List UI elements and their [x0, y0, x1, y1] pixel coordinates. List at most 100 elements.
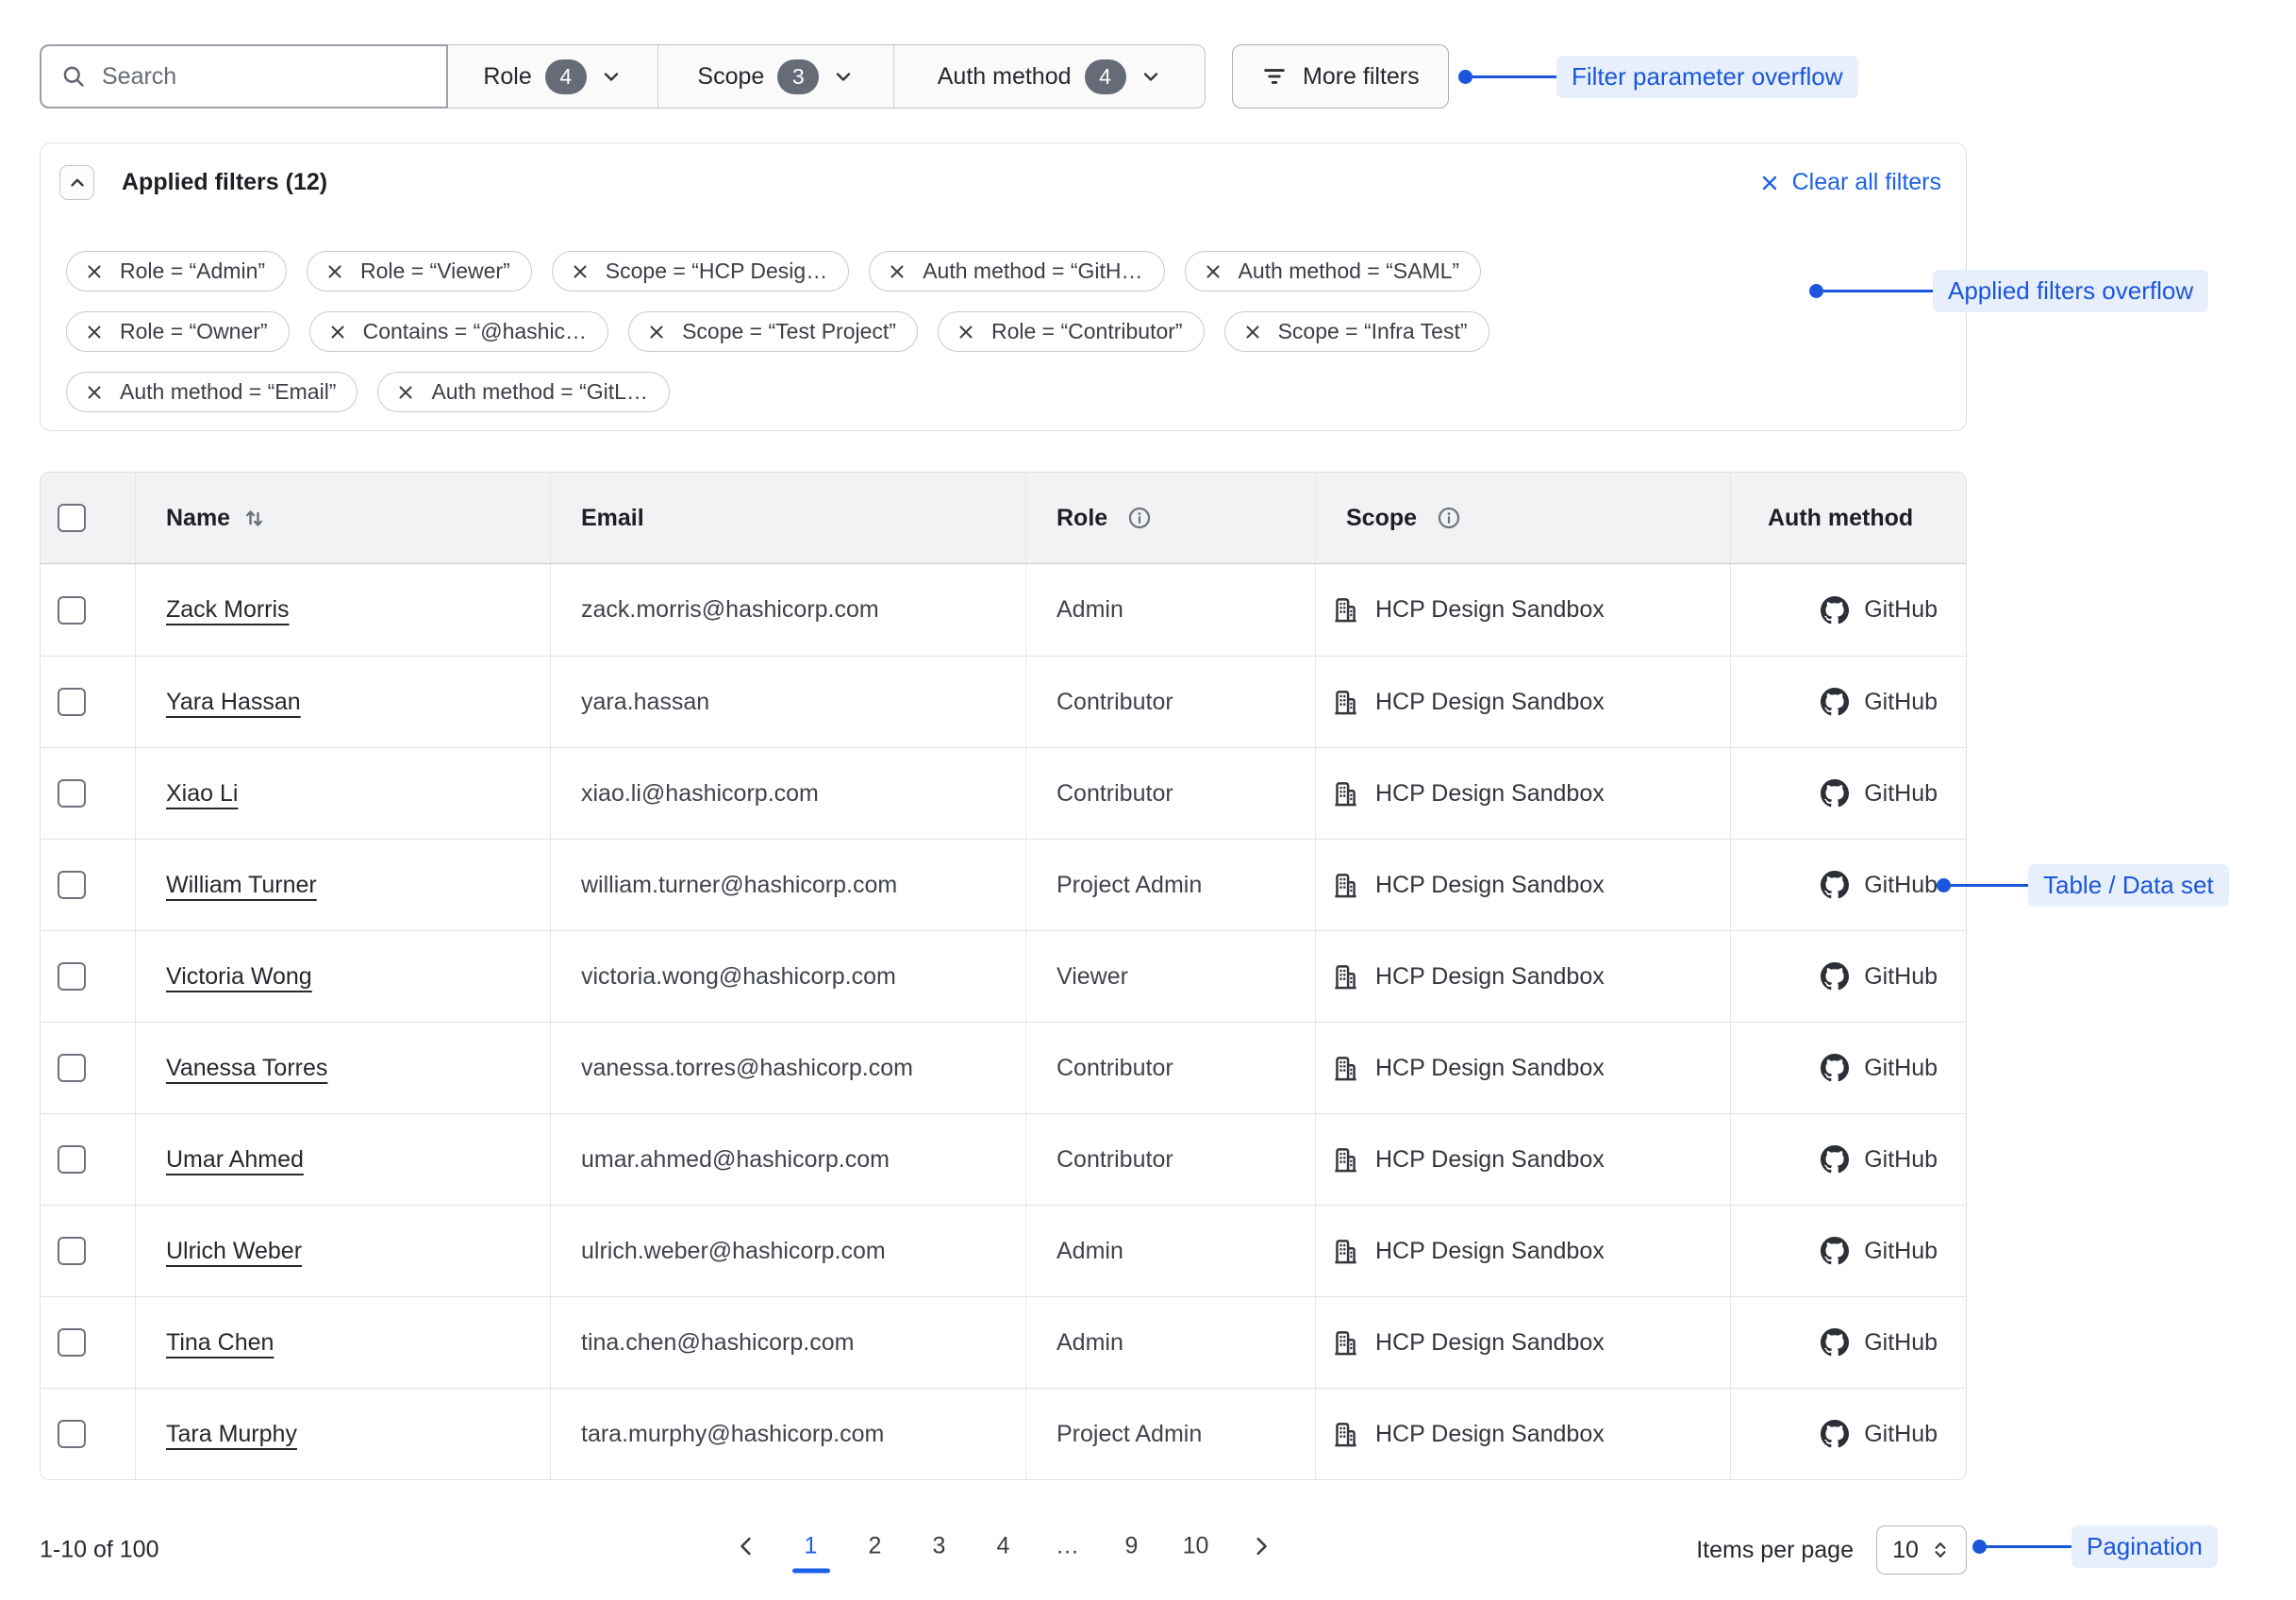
row-checkbox[interactable] [58, 596, 86, 625]
row-checkbox[interactable] [58, 1237, 86, 1265]
remove-filter-icon[interactable] [646, 322, 667, 342]
search-input[interactable] [102, 63, 427, 91]
scope-label: HCP Design Sandbox [1375, 780, 1605, 808]
clear-all-filters-button[interactable]: Clear all filters [1758, 169, 1941, 196]
remove-filter-icon[interactable] [395, 382, 416, 403]
remove-filter-icon[interactable] [84, 261, 105, 282]
annotation-label: Applied filters overflow [1933, 270, 2208, 312]
page: Role 4 Scope 3 Auth method 4 [0, 0, 2296, 1600]
name-cell: Yara Hassan [135, 657, 550, 747]
member-name-link[interactable]: Zack Morris [166, 596, 290, 624]
select-all-checkbox[interactable] [58, 504, 86, 532]
applied-filters-header: Applied filters (12) Clear all filters [59, 165, 1941, 200]
row-checkbox[interactable] [58, 1328, 86, 1357]
more-filters-button[interactable]: More filters [1232, 44, 1449, 108]
pagination-range: 1-10 of 100 [40, 1537, 159, 1564]
email-cell: ulrich.weber@hashicorp.com [550, 1206, 1025, 1296]
row-checkbox[interactable] [58, 1420, 86, 1448]
member-name-link[interactable]: Tara Murphy [166, 1421, 297, 1448]
page-number-button[interactable]: 2 [857, 1529, 893, 1564]
table-row: Yara Hassanyara.hassanContributorHCP Des… [41, 656, 1966, 747]
member-name-link[interactable]: Xiao Li [166, 780, 238, 808]
row-checkbox[interactable] [58, 871, 86, 899]
remove-filter-icon[interactable] [887, 261, 907, 282]
row-checkbox-cell [41, 748, 135, 839]
filter-chip[interactable]: Scope = “Infra Test” [1224, 311, 1489, 352]
filter-chip-label: Role = “Viewer” [360, 258, 510, 284]
name-cell: Xiao Li [135, 748, 550, 839]
annotation-pagination: Pagination [1972, 1521, 2218, 1572]
row-checkbox[interactable] [58, 779, 86, 808]
member-name-link[interactable]: Umar Ahmed [166, 1146, 304, 1174]
name-cell: William Turner [135, 840, 550, 930]
filter-chip[interactable]: Auth method = “SAML” [1185, 251, 1482, 292]
filter-dropdown-scope[interactable]: Scope 3 [657, 45, 893, 108]
info-icon[interactable] [1126, 505, 1153, 531]
member-name-link[interactable]: William Turner [166, 872, 317, 899]
org-icon [1331, 1237, 1360, 1266]
member-name-link[interactable]: Victoria Wong [166, 963, 312, 991]
items-per-page: Items per page 10 [1696, 1525, 1967, 1575]
remove-filter-icon[interactable] [570, 261, 591, 282]
remove-filter-icon[interactable] [327, 322, 348, 342]
filter-chip[interactable]: Contains = “@hashic… [309, 311, 608, 352]
collapse-button[interactable] [59, 165, 94, 200]
search-icon [60, 63, 87, 90]
page-number-button[interactable]: 9 [1114, 1529, 1150, 1564]
page-number-button[interactable]: 3 [922, 1529, 957, 1564]
x-icon [1758, 172, 1781, 194]
row-checkbox[interactable] [58, 1145, 86, 1174]
org-icon [1331, 688, 1360, 717]
member-name-link[interactable]: Yara Hassan [166, 689, 301, 716]
row-checkbox-cell [41, 931, 135, 1022]
filter-chip[interactable]: Role = “Owner” [66, 311, 290, 352]
row-checkbox-cell [41, 1389, 135, 1479]
items-per-page-select[interactable]: 10 [1876, 1525, 1967, 1575]
page-number-button[interactable]: 1 [793, 1529, 829, 1564]
remove-filter-icon[interactable] [956, 322, 976, 342]
filter-chip-label: Role = “Admin” [120, 258, 265, 284]
filter-chip[interactable]: Auth method = “GitL… [377, 372, 669, 412]
row-checkbox[interactable] [58, 688, 86, 716]
search-field[interactable] [40, 44, 448, 108]
remove-filter-icon[interactable] [1242, 322, 1263, 342]
filter-chip[interactable]: Auth method = “GitH… [869, 251, 1164, 292]
row-checkbox[interactable] [58, 1054, 86, 1082]
filter-chip-label: Auth method = “Email” [120, 379, 336, 405]
remove-filter-icon[interactable] [324, 261, 345, 282]
auth-method-cell: GitHub [1730, 840, 1966, 930]
email-cell: tara.murphy@hashicorp.com [550, 1389, 1025, 1479]
filter-chip[interactable]: Scope = “Test Project” [628, 311, 918, 352]
previous-page-button[interactable] [728, 1534, 765, 1559]
member-name-link[interactable]: Tina Chen [166, 1329, 274, 1357]
row-checkbox[interactable] [58, 962, 86, 991]
email-cell: william.turner@hashicorp.com [550, 840, 1025, 930]
member-name-link[interactable]: Ulrich Weber [166, 1238, 302, 1265]
member-name-link[interactable]: Vanessa Torres [166, 1055, 327, 1082]
filter-chip[interactable]: Role = “Admin” [66, 251, 287, 292]
filter-chip[interactable]: Role = “Viewer” [307, 251, 532, 292]
filter-dropdown-role[interactable]: Role 4 [448, 45, 658, 108]
page-number-button[interactable]: 10 [1178, 1529, 1214, 1564]
remove-filter-icon[interactable] [84, 382, 105, 403]
row-checkbox-cell [41, 840, 135, 930]
chevron-up-icon [67, 173, 88, 193]
table-body: Zack Morriszack.morris@hashicorp.comAdmi… [41, 564, 1966, 1479]
page-number-button[interactable]: 4 [986, 1529, 1022, 1564]
chevron-down-icon [1140, 65, 1162, 88]
scope-label: HCP Design Sandbox [1375, 872, 1605, 899]
remove-filter-icon[interactable] [84, 322, 105, 342]
filter-chip[interactable]: Scope = “HCP Desig… [552, 251, 849, 292]
auth-method-cell: GitHub [1730, 1114, 1966, 1205]
sort-icon[interactable] [241, 506, 267, 531]
filter-dropdown-auth-method[interactable]: Auth method 4 [893, 45, 1205, 108]
column-header-name[interactable]: Name [135, 473, 550, 563]
role-cell: Project Admin [1025, 1389, 1315, 1479]
next-page-button[interactable] [1242, 1534, 1279, 1559]
filter-combo: Role 4 Scope 3 Auth method 4 [40, 44, 1206, 108]
filter-chip[interactable]: Auth method = “Email” [66, 372, 358, 412]
remove-filter-icon[interactable] [1203, 261, 1223, 282]
filter-chip[interactable]: Role = “Contributor” [938, 311, 1205, 352]
auth-method-label: GitHub [1864, 1238, 1938, 1265]
info-icon[interactable] [1436, 505, 1462, 531]
